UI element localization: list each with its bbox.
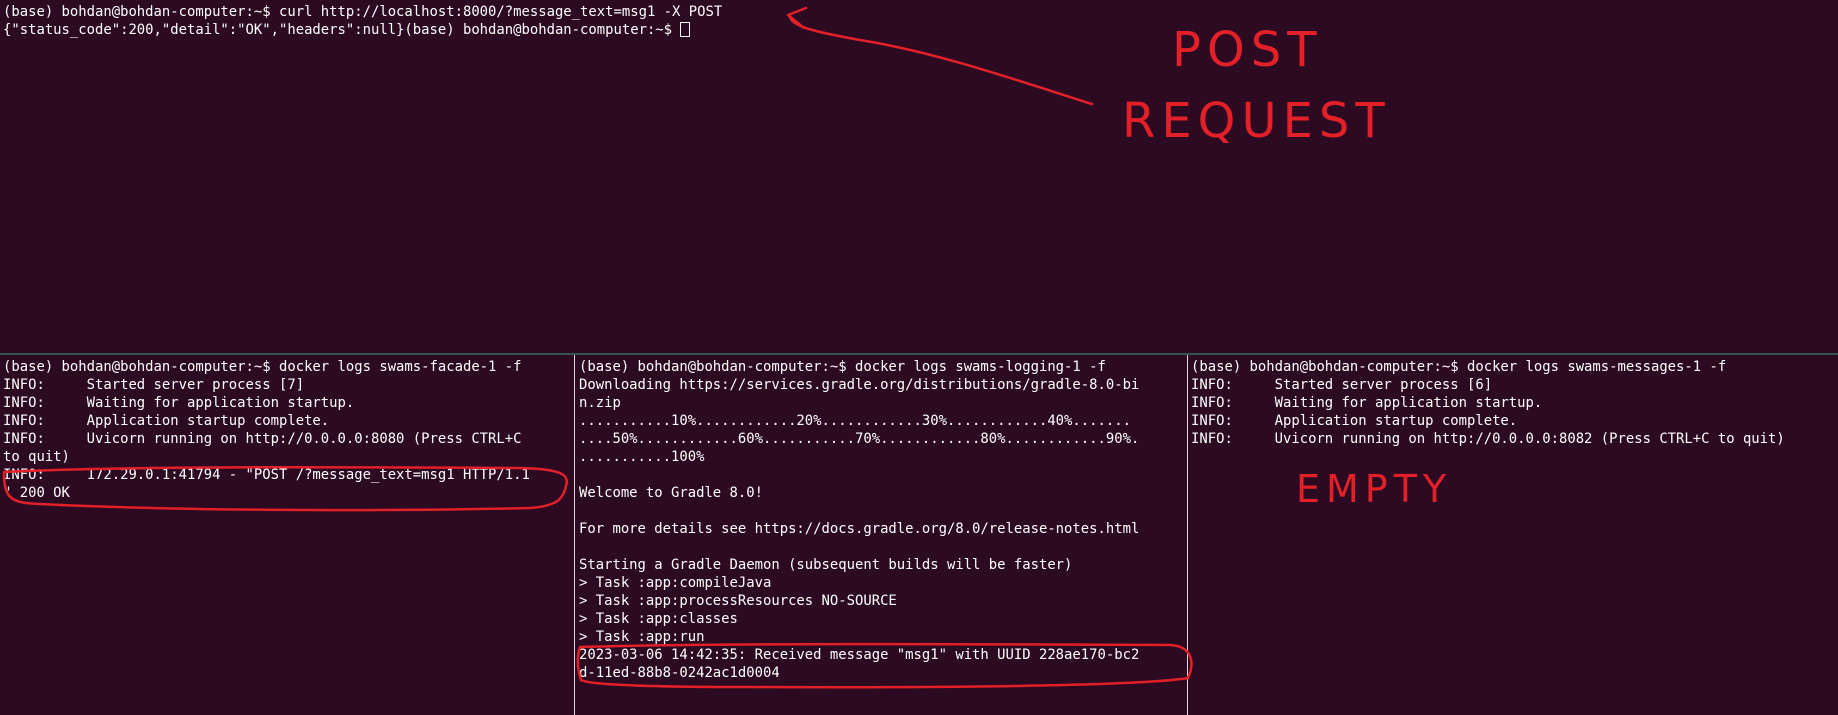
terminal-line: > Task :app:run <box>579 629 705 645</box>
terminal-line: " 200 OK <box>3 485 70 501</box>
terminal-line: {"status_code":200,"detail":"OK","header… <box>3 21 1838 39</box>
terminal-line: INFO: Application startup complete. <box>1191 413 1518 429</box>
terminal-line: INFO: Waiting for application startup. <box>1191 395 1543 411</box>
terminal-output-text: {"status_code":200,"detail":"OK","header… <box>3 22 681 38</box>
terminal-pane-messages-logs[interactable]: (base) bohdan@bohdan-computer:~$ docker … <box>1188 355 1838 715</box>
terminal-line: (base) bohdan@bohdan-computer:~$ curl ht… <box>3 4 723 20</box>
terminal-line: INFO: Waiting for application startup. <box>3 395 355 411</box>
terminal-line: Starting a Gradle Daemon (subsequent bui… <box>579 557 1073 573</box>
terminal-line: INFO: Started server process [6] <box>1191 377 1493 393</box>
terminal-line: INFO: 172.29.0.1:41794 - "POST /?message… <box>3 467 530 483</box>
terminal-line: > Task :app:compileJava <box>579 575 772 591</box>
terminal-line: Downloading https://services.gradle.org/… <box>579 377 1140 393</box>
terminal-line: For more details see https://docs.gradle… <box>579 521 1140 537</box>
terminal-line: (base) bohdan@bohdan-computer:~$ docker … <box>3 359 522 375</box>
terminal-line: INFO: Uvicorn running on http://0.0.0.0:… <box>1191 431 1785 447</box>
terminal-line: d-11ed-88b8-0242ac1d0004 <box>579 665 780 681</box>
terminal-line: n.zip <box>579 395 621 411</box>
text-cursor <box>680 22 691 37</box>
terminal-line: ...........100% <box>579 449 705 465</box>
terminal-line: (base) bohdan@bohdan-computer:~$ docker … <box>1191 359 1727 375</box>
terminal-line: INFO: Uvicorn running on http://0.0.0.0:… <box>3 431 522 447</box>
terminal-line: ....50%............60%...........70%....… <box>579 431 1140 447</box>
terminal-pane-curl[interactable]: (base) bohdan@bohdan-computer:~$ curl ht… <box>0 0 1838 353</box>
terminal-pane-facade-logs[interactable]: (base) bohdan@bohdan-computer:~$ docker … <box>0 355 574 715</box>
terminal-line: 2023-03-06 14:42:35: Received message "m… <box>579 647 1140 663</box>
terminal-pane-logging-logs[interactable]: (base) bohdan@bohdan-computer:~$ docker … <box>576 355 1186 715</box>
terminal-line: (base) bohdan@bohdan-computer:~$ docker … <box>579 359 1106 375</box>
terminal-line: INFO: Started server process [7] <box>3 377 305 393</box>
pane-divider-vertical[interactable] <box>574 355 575 715</box>
terminal-line: to quit) <box>3 449 70 465</box>
terminal-line: INFO: Application startup complete. <box>3 413 330 429</box>
terminal-line: > Task :app:classes <box>579 611 738 627</box>
terminal-line: Welcome to Gradle 8.0! <box>579 485 763 501</box>
terminal-line: ...........10%............20%...........… <box>579 413 1131 429</box>
terminal-line: > Task :app:processResources NO-SOURCE <box>579 593 897 609</box>
